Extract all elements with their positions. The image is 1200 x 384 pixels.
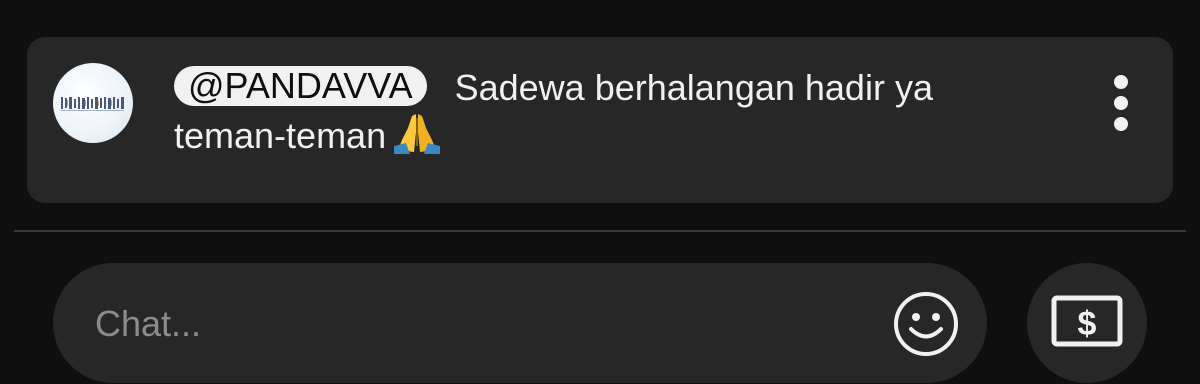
more-vert-icon-dot <box>1114 96 1128 110</box>
chat-input-container <box>53 263 987 383</box>
message-text-line2: teman-teman <box>174 115 387 156</box>
super-chat-button[interactable]: $ <box>1027 263 1147 383</box>
more-vert-icon <box>1114 75 1128 89</box>
pinned-message-card: @PANDAVVA Sadewa berhalangan hadir ya tem… <box>27 37 1173 203</box>
folded-hands-emoji-icon <box>394 114 441 154</box>
more-vert-icon-dot <box>1114 117 1128 131</box>
dollar-bill-icon: $ <box>1051 295 1123 347</box>
live-chat-panel: @PANDAVVA Sadewa berhalangan hadir ya tem… <box>0 0 1200 384</box>
emoji-button[interactable] <box>891 289 961 359</box>
chat-input[interactable] <box>93 291 877 357</box>
divider <box>14 230 1186 232</box>
message-text-line1: Sadewa berhalangan hadir ya <box>454 67 933 108</box>
message-body: @PANDAVVA Sadewa berhalangan hadir ya tem… <box>174 64 1074 160</box>
more-options-button[interactable] <box>1109 75 1133 131</box>
author-mention-chip[interactable]: @PANDAVVA <box>174 66 427 106</box>
pandavva-logo <box>61 97 124 111</box>
svg-text:$: $ <box>1078 305 1097 343</box>
author-avatar[interactable] <box>53 63 133 143</box>
smiley-icon <box>894 292 958 356</box>
